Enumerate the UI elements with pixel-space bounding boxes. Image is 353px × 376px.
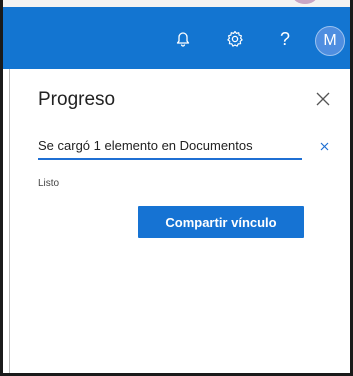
- dismiss-icon[interactable]: [316, 138, 332, 154]
- suite-header: ? M: [3, 7, 350, 69]
- top-strip: [3, 0, 350, 7]
- partial-avatar: [293, 0, 317, 4]
- upload-message: Se cargó 1 elemento en Documentos: [38, 138, 253, 153]
- panel-title: Progreso: [38, 89, 116, 110]
- help-icon[interactable]: ?: [273, 27, 297, 51]
- app-frame: ? M Progreso Se cargó 1 elemento en Docu…: [0, 0, 353, 376]
- close-icon[interactable]: [312, 88, 334, 110]
- share-link-button[interactable]: Compartir vínculo: [138, 206, 304, 238]
- gear-icon[interactable]: [223, 27, 247, 51]
- progress-bar: [38, 158, 302, 160]
- bell-icon[interactable]: [171, 27, 195, 51]
- status-label: Listo: [38, 178, 60, 189]
- user-avatar[interactable]: M: [315, 26, 345, 56]
- panel-divider: [9, 69, 10, 373]
